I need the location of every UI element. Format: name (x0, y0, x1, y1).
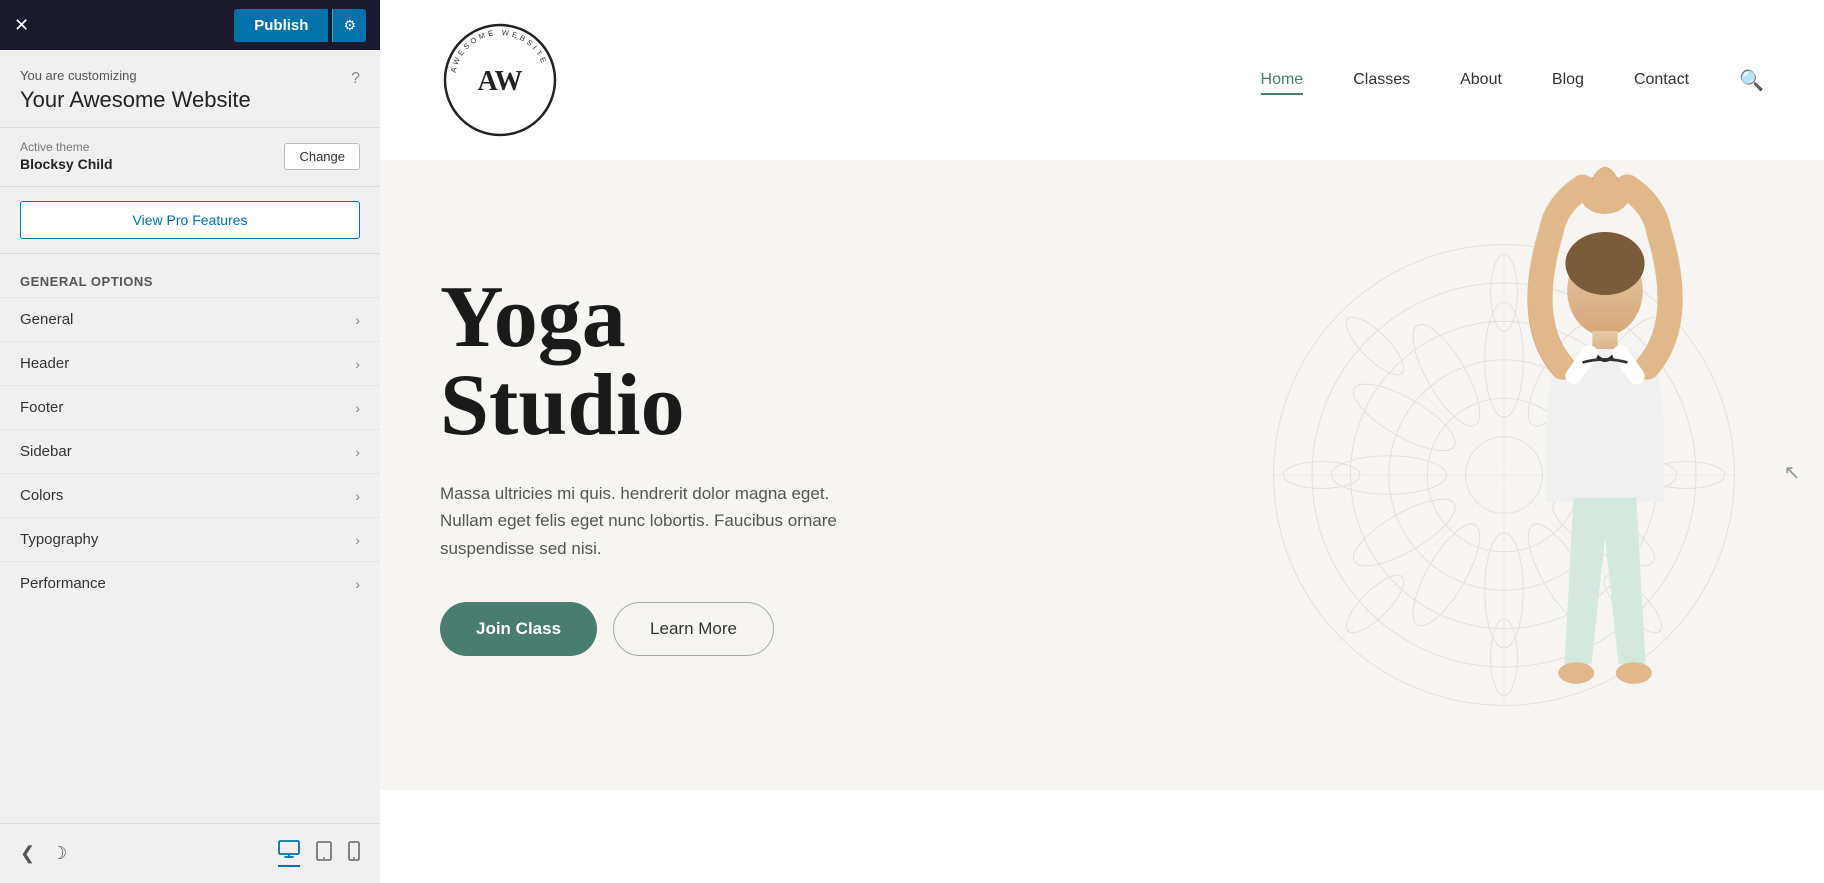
hero-section: Yoga Studio Massa ultricies mi quis. hen… (380, 160, 1824, 790)
menu-item-footer-label: Footer (20, 399, 63, 416)
info-section: You are customizing Your Awesome Website… (0, 50, 380, 128)
nav-menu: Home Classes About Blog Contact 🔍 (1261, 68, 1764, 93)
pro-features-button[interactable]: View Pro Features (20, 201, 360, 239)
nav-item-about[interactable]: About (1460, 71, 1502, 89)
publish-button[interactable]: Publish (234, 9, 328, 42)
top-bar: ✕ Publish ⚙ (0, 0, 380, 50)
moon-button[interactable]: ☽ (51, 843, 67, 864)
nav-controls: ❮ ☽ (20, 843, 67, 864)
site-header: AWESOME WEBSITE AW Home Classes About Bl… (380, 0, 1824, 160)
hero-image-area (885, 160, 1824, 790)
chevron-icon: › (355, 444, 360, 460)
chevron-icon: › (355, 400, 360, 416)
close-button[interactable]: ✕ (14, 16, 29, 34)
chevron-icon: › (355, 576, 360, 592)
theme-section: Active theme Blocksy Child Change (0, 128, 380, 187)
help-icon[interactable]: ? (351, 70, 360, 88)
hero-title: Yoga Studio (440, 274, 940, 450)
learn-more-button[interactable]: Learn More (613, 602, 774, 656)
menu-item-typography[interactable]: Typography › (0, 517, 380, 561)
menu-item-performance[interactable]: Performance › (0, 561, 380, 605)
mobile-icon[interactable] (348, 841, 360, 866)
menu-item-header-label: Header (20, 355, 69, 372)
pro-features-section: View Pro Features (0, 187, 380, 254)
site-title: Your Awesome Website (20, 87, 251, 113)
site-logo: AWESOME WEBSITE AW (440, 20, 560, 140)
general-options-heading: General Options (0, 254, 380, 297)
nav-item-contact[interactable]: Contact (1634, 71, 1689, 89)
change-theme-button[interactable]: Change (284, 143, 360, 170)
hero-content: Yoga Studio Massa ultricies mi quis. hen… (440, 274, 940, 656)
panel-scroll: General Options General › Header › Foote… (0, 254, 380, 823)
preview-area: AWESOME WEBSITE AW Home Classes About Bl… (380, 0, 1824, 883)
customizer-panel: ✕ Publish ⚙ You are customizing Your Awe… (0, 0, 380, 883)
chevron-icon: › (355, 312, 360, 328)
menu-item-typography-label: Typography (20, 531, 98, 548)
customizing-label: You are customizing (20, 68, 251, 83)
nav-item-classes[interactable]: Classes (1353, 71, 1410, 89)
nav-item-home[interactable]: Home (1261, 71, 1304, 89)
search-icon[interactable]: 🔍 (1739, 68, 1764, 93)
logo-area: AWESOME WEBSITE AW (440, 20, 560, 140)
chevron-icon: › (355, 356, 360, 372)
hero-subtitle: Massa ultricies mi quis. hendrerit dolor… (440, 480, 840, 562)
nav-item-blog[interactable]: Blog (1552, 71, 1584, 89)
tablet-icon[interactable] (316, 841, 332, 866)
join-class-button[interactable]: Join Class (440, 602, 597, 656)
menu-item-colors-label: Colors (20, 487, 63, 504)
menu-item-sidebar[interactable]: Sidebar › (0, 429, 380, 473)
desktop-icon[interactable] (278, 840, 300, 867)
yoga-person (1416, 160, 1794, 790)
menu-item-sidebar-label: Sidebar (20, 443, 72, 460)
bottom-bar: ❮ ☽ (0, 823, 380, 883)
menu-item-general-label: General (20, 311, 73, 328)
chevron-icon: › (355, 488, 360, 504)
publish-area: Publish ⚙ (234, 9, 366, 42)
hero-buttons: Join Class Learn More (440, 602, 940, 656)
menu-item-general[interactable]: General › (0, 297, 380, 341)
back-arrow-button[interactable]: ❮ (20, 843, 35, 864)
theme-label: Active theme (20, 140, 113, 154)
menu-item-footer[interactable]: Footer › (0, 385, 380, 429)
menu-item-header[interactable]: Header › (0, 341, 380, 385)
menu-item-performance-label: Performance (20, 575, 106, 592)
chevron-icon: › (355, 532, 360, 548)
svg-text:AW: AW (477, 66, 522, 97)
menu-item-colors[interactable]: Colors › (0, 473, 380, 517)
theme-name: Blocksy Child (20, 156, 113, 172)
publish-settings-button[interactable]: ⚙ (332, 9, 366, 42)
cursor-indicator: ↖ (1780, 460, 1804, 484)
device-icons (278, 840, 360, 867)
